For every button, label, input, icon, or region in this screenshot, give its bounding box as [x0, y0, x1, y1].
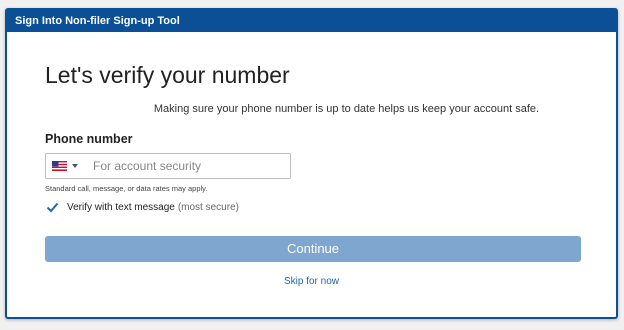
window-title: Sign Into Non-filer Sign-up Tool: [7, 10, 616, 32]
checkmark-icon: [46, 202, 58, 212]
phone-field: [45, 153, 291, 179]
phone-input[interactable]: [91, 155, 285, 177]
chevron-down-icon: [72, 164, 78, 168]
verify-label: Verify with text message: [67, 201, 175, 213]
skip-for-now-link[interactable]: Skip for now: [284, 276, 339, 287]
verify-note: (most secure): [177, 201, 239, 213]
signin-panel: Sign Into Non-filer Sign-up Tool Let's v…: [5, 8, 618, 319]
skip-link: Skip for now: [7, 276, 616, 287]
page-subtext: Making sure your phone number is up to d…: [153, 103, 540, 115]
page-title: Let's verify your number: [45, 62, 290, 88]
verify-checkbox[interactable]: [45, 200, 59, 214]
country-select[interactable]: [46, 161, 86, 171]
continue-button[interactable]: Continue: [45, 236, 581, 262]
rates-notice: Standard call, message, or data rates ma…: [45, 184, 208, 193]
phone-number-label: Phone number: [45, 132, 133, 146]
us-flag-icon: [52, 161, 67, 171]
verify-text-option: Verify with text message (most secure): [45, 200, 239, 214]
